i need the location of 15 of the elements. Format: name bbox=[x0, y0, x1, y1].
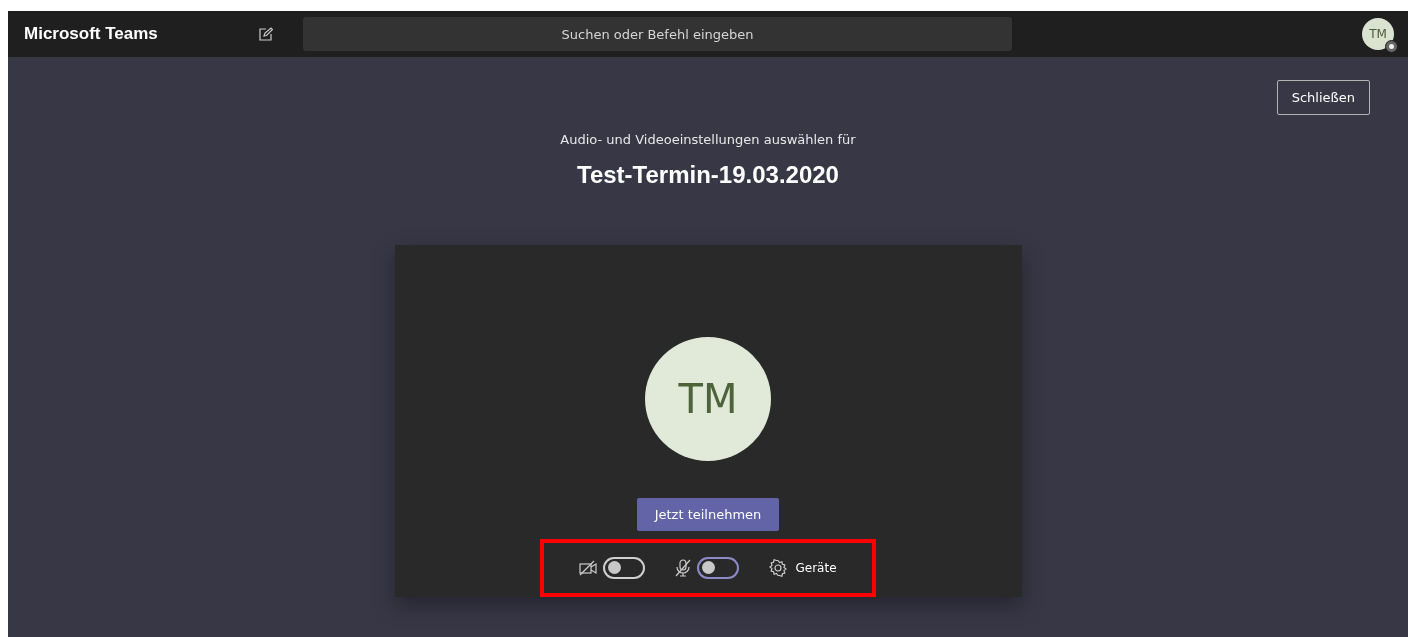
status-badge-icon bbox=[1385, 40, 1398, 53]
join-button[interactable]: Jetzt teilnehmen bbox=[636, 497, 780, 531]
toggle-switch[interactable] bbox=[603, 556, 646, 579]
devices-button[interactable]: Geräte bbox=[769, 558, 837, 577]
preview-avatar: TM bbox=[645, 337, 771, 461]
camera-off-icon bbox=[579, 559, 598, 576]
search-field[interactable]: Suchen oder Befehl eingeben bbox=[303, 17, 1012, 51]
meeting-title: Test-Termin-19.03.2020 bbox=[577, 161, 839, 189]
close-button[interactable]: Schließen bbox=[1276, 80, 1370, 115]
compose-icon[interactable] bbox=[259, 27, 273, 41]
settings-icon bbox=[769, 558, 788, 577]
subtitle: Audio- und Videoeinstellungen auswählen für bbox=[560, 132, 856, 147]
microphone-off-icon bbox=[675, 558, 692, 577]
toggle-switch[interactable] bbox=[697, 556, 740, 579]
app-title: Microsoft Teams bbox=[24, 24, 159, 44]
